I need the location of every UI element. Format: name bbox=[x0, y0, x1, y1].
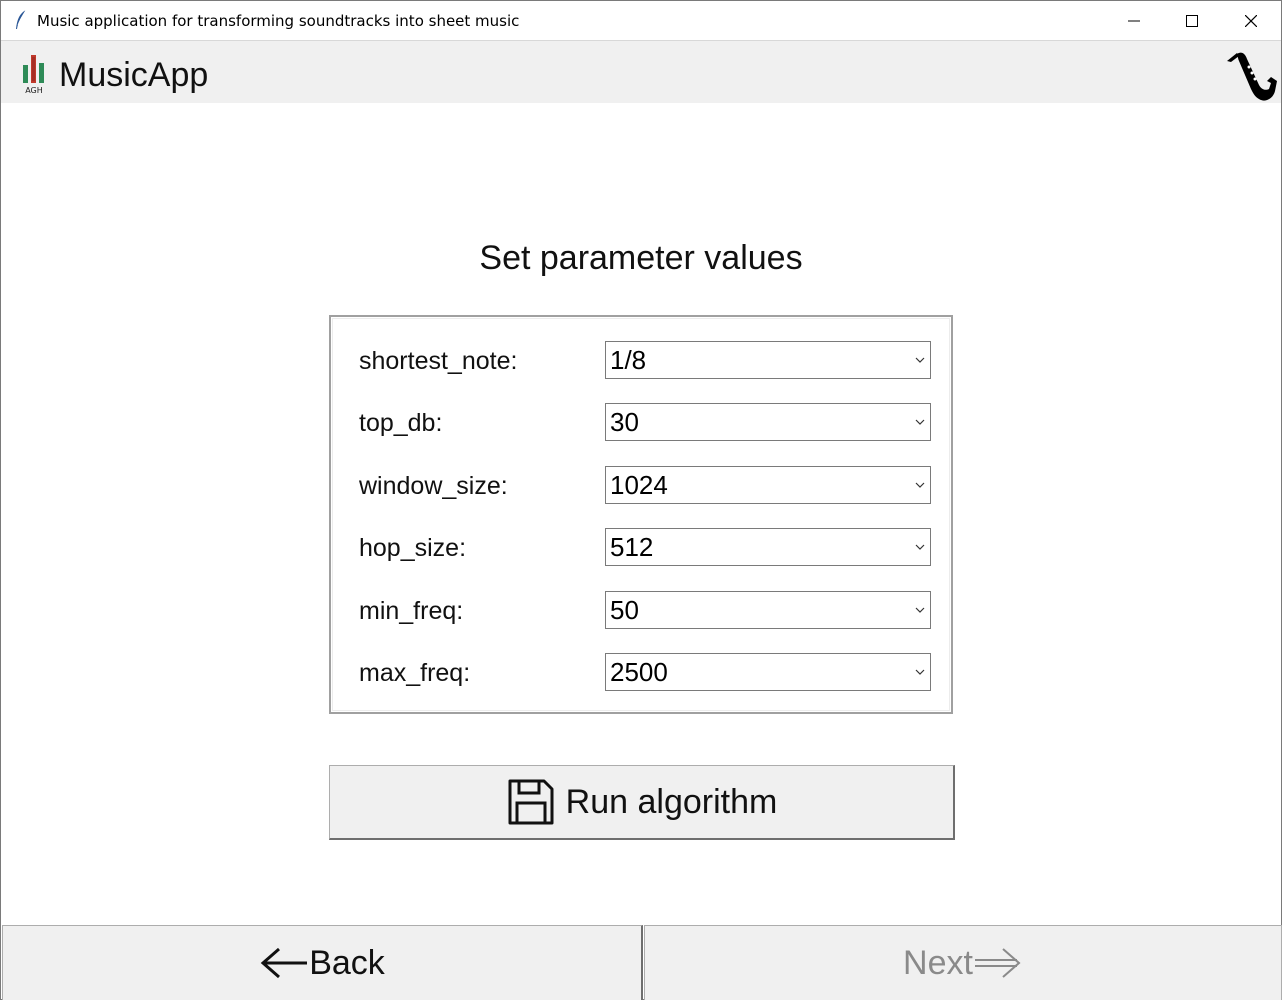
saxophone-icon bbox=[1227, 52, 1277, 101]
maximize-button[interactable] bbox=[1163, 1, 1221, 40]
back-button[interactable]: Back bbox=[2, 925, 643, 1000]
select-value: 2500 bbox=[610, 657, 668, 687]
select-value: 50 bbox=[610, 595, 639, 625]
chevron-down-icon bbox=[915, 482, 925, 488]
select-value: 1/8 bbox=[610, 345, 647, 375]
chevron-down-icon bbox=[915, 607, 925, 613]
close-icon bbox=[1245, 14, 1257, 27]
maximize-icon bbox=[1186, 14, 1198, 27]
param-label: top_db: bbox=[359, 409, 443, 437]
param-row-shortest-note: shortest_note: 1/8 bbox=[331, 341, 951, 381]
window-size-select[interactable]: 1024 bbox=[605, 466, 931, 504]
save-icon bbox=[508, 779, 554, 825]
param-label: max_freq: bbox=[359, 659, 471, 687]
svg-text:AGH: AGH bbox=[25, 86, 43, 95]
arrow-left-icon bbox=[260, 947, 308, 979]
next-button[interactable]: Next bbox=[644, 925, 1282, 1000]
top-db-select[interactable]: 30 bbox=[605, 403, 931, 441]
hop-size-select[interactable]: 512 bbox=[605, 528, 931, 566]
chevron-down-icon bbox=[915, 357, 925, 363]
min-freq-select[interactable]: 50 bbox=[605, 591, 931, 629]
param-row-hop-size: hop_size: 512 bbox=[331, 528, 951, 568]
close-button[interactable] bbox=[1222, 1, 1280, 40]
param-label: hop_size: bbox=[359, 534, 467, 562]
feather-icon bbox=[16, 9, 27, 29]
window-title: Music application for transforming sound… bbox=[37, 12, 520, 30]
app-window: Music application for transforming sound… bbox=[0, 0, 1282, 1000]
title-bar: Music application for transforming sound… bbox=[1, 1, 1281, 40]
select-value: 512 bbox=[610, 532, 654, 562]
run-algorithm-button[interactable]: Run algorithm bbox=[329, 765, 955, 840]
chevron-down-icon bbox=[915, 544, 925, 550]
chevron-down-icon bbox=[915, 669, 925, 675]
brand-name: MusicApp bbox=[59, 56, 209, 94]
minimize-button[interactable] bbox=[1105, 1, 1163, 40]
back-label: Back bbox=[309, 943, 385, 982]
max-freq-select[interactable]: 2500 bbox=[605, 653, 931, 691]
arrow-right-icon bbox=[974, 948, 1021, 978]
agh-logo-icon: AGH bbox=[23, 55, 44, 95]
app-header: AGH MusicApp bbox=[1, 40, 1281, 103]
run-button-label: Run algorithm bbox=[565, 782, 778, 821]
select-value: 1024 bbox=[610, 470, 668, 500]
param-row-window-size: window_size: 1024 bbox=[331, 466, 951, 506]
chevron-down-icon bbox=[915, 419, 925, 425]
param-label: min_freq: bbox=[359, 597, 464, 625]
param-row-top-db: top_db: 30 bbox=[331, 403, 951, 443]
param-label: window_size: bbox=[359, 472, 508, 500]
page-title: Set parameter values bbox=[479, 239, 803, 277]
parameters-panel: shortest_note: 1/8 top_db: 30 window_siz… bbox=[329, 315, 953, 714]
next-label: Next bbox=[903, 943, 973, 982]
param-row-min-freq: min_freq: 50 bbox=[331, 591, 951, 631]
param-row-max-freq: max_freq: 2500 bbox=[331, 653, 951, 693]
shortest-note-select[interactable]: 1/8 bbox=[605, 341, 931, 379]
select-value: 30 bbox=[610, 407, 639, 437]
param-label: shortest_note: bbox=[359, 347, 518, 375]
minimize-icon bbox=[1128, 20, 1140, 21]
